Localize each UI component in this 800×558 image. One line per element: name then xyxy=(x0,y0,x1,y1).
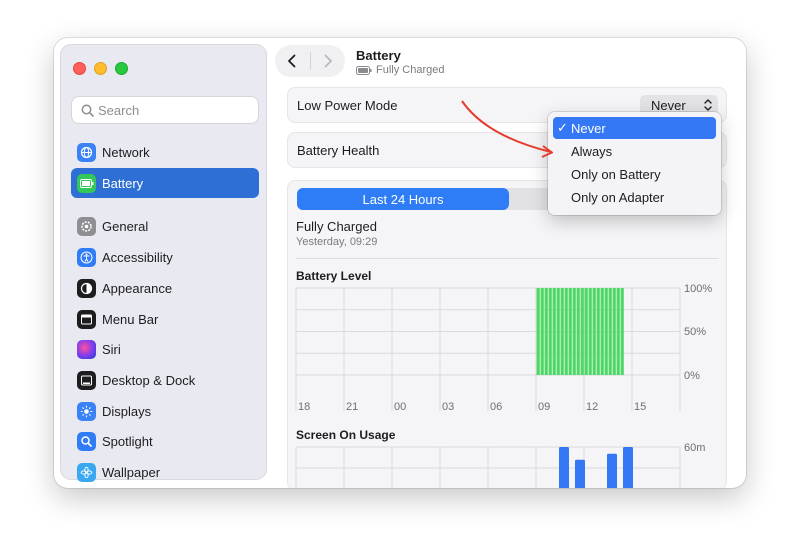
x-tick-label: 09 xyxy=(538,401,550,413)
y-tick-label: 60m xyxy=(684,442,705,454)
menu-item-label: Only on Battery xyxy=(571,166,661,182)
battery-level-bar xyxy=(620,288,624,375)
battery-level-bar xyxy=(568,288,572,375)
x-tick-label: 00 xyxy=(394,401,406,413)
menu-item-only-on-adapter[interactable]: Only on Adapter xyxy=(553,186,716,208)
menu-item-always[interactable]: Always xyxy=(553,140,716,162)
battery-level-bar xyxy=(556,288,560,375)
battery-level-bar xyxy=(612,288,616,375)
x-tick-label: 18 xyxy=(298,401,310,413)
screen-usage-bar xyxy=(575,459,585,488)
battery-level-bar xyxy=(600,288,604,375)
battery-level-bar xyxy=(616,288,620,375)
battery-level-bar xyxy=(552,288,556,375)
battery-level-bar xyxy=(560,288,564,375)
checkmark-icon: ✓ xyxy=(557,120,568,135)
battery-level-bar xyxy=(596,288,600,375)
battery-level-bar xyxy=(584,288,588,375)
menu-item-label: Always xyxy=(571,143,613,159)
screen-usage-bar xyxy=(623,447,633,488)
menu-item-never[interactable]: ✓ Never xyxy=(553,117,716,139)
screen-usage-bar xyxy=(559,447,569,488)
y-tick-label: 100% xyxy=(684,283,712,295)
battery-charts: 18 21 00 03 06 09 12 15 100% 50% 0% 60m xyxy=(295,283,712,488)
x-tick-label: 12 xyxy=(586,401,598,413)
screen-usage-bar xyxy=(607,453,617,488)
battery-level-bar xyxy=(572,288,576,375)
battery-level-bar xyxy=(564,288,568,375)
battery-level-bar xyxy=(576,288,580,375)
x-tick-label: 21 xyxy=(346,401,358,413)
menu-item-only-on-battery[interactable]: Only on Battery xyxy=(553,163,716,185)
settings-window: Search Network Battery General Accessibi xyxy=(54,38,746,488)
low-power-mode-menu: ✓ Never Always Only on Battery Only on Adapt… xyxy=(548,112,721,215)
battery-level-bar xyxy=(580,288,584,375)
battery-level-bar xyxy=(540,288,544,375)
battery-level-bar xyxy=(588,288,592,375)
battery-level-bar xyxy=(548,288,552,375)
y-tick-label: 0% xyxy=(684,370,700,382)
x-tick-label: 03 xyxy=(442,401,454,413)
y-tick-label: 50% xyxy=(684,326,706,338)
battery-level-bar xyxy=(604,288,608,375)
menu-item-label: Only on Adapter xyxy=(571,189,665,205)
battery-level-bar xyxy=(608,288,612,375)
x-tick-label: 06 xyxy=(490,401,502,413)
battery-level-bar xyxy=(592,288,596,375)
menu-item-label: Never xyxy=(571,120,606,136)
x-tick-label: 15 xyxy=(634,401,646,413)
battery-level-bar xyxy=(544,288,548,375)
battery-level-bar xyxy=(536,288,540,375)
